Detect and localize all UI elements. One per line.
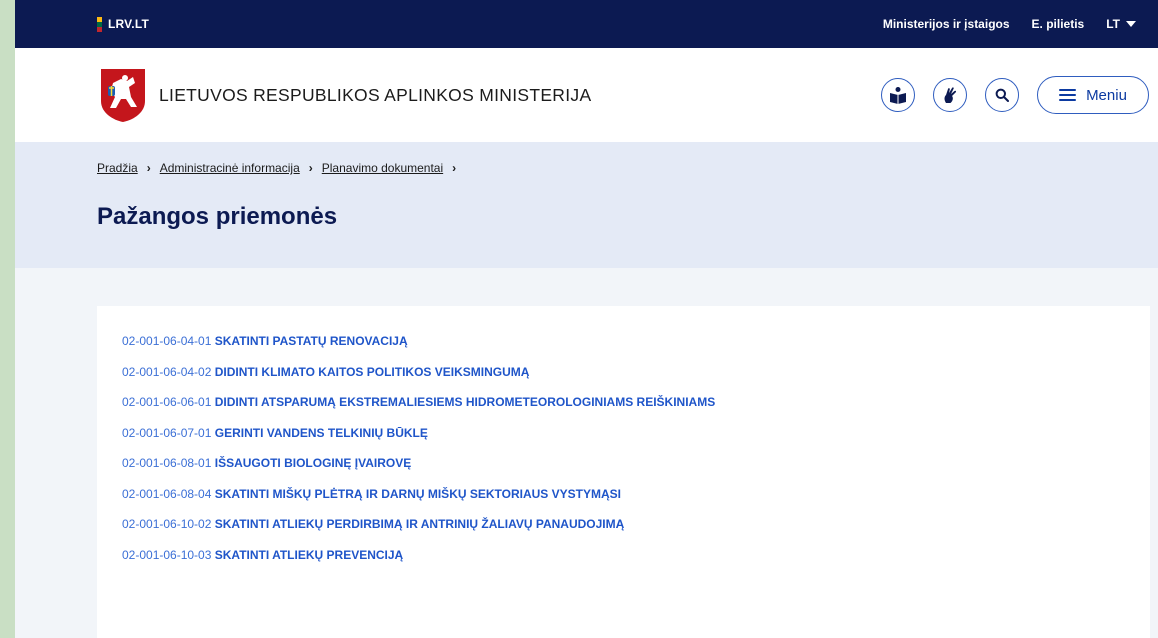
page-title: Pažangos priemonės (97, 203, 338, 230)
brand-link[interactable]: LIETUVOS RESPUBLIKOS APLINKOS MINISTERIJ… (99, 67, 591, 123)
caret-down-icon (1126, 21, 1136, 27)
measures-list: 02-001-06-04-01 SKATINTI PASTATŲ RENOVAC… (97, 306, 1150, 638)
list-item: 02-001-06-08-04 SKATINTI MIŠKŲ PLĖTRĄ IR… (122, 486, 1150, 517)
item-code: 02-001-06-06-01 (122, 395, 212, 409)
item-code: 02-001-06-04-01 (122, 334, 212, 348)
search-icon (995, 88, 1009, 102)
flag-icon (97, 16, 102, 32)
item-code: 02-001-06-04-02 (122, 364, 212, 379)
item-code: 02-001-06-10-02 (122, 517, 212, 531)
menu-button[interactable]: Meniu (1037, 76, 1149, 114)
breadcrumb: Pradžia › Administracinė informacija › P… (97, 161, 465, 175)
list-item: 02-001-06-07-01 GERINTI VANDENS TELKINIŲ… (122, 425, 1150, 456)
item-link[interactable]: SKATINTI ATLIEKŲ PREVENCIJĄ (215, 548, 403, 562)
ministry-name: LIETUVOS RESPUBLIKOS APLINKOS MINISTERIJ… (159, 84, 592, 105)
item-link[interactable]: SKATINTI ATLIEKŲ PERDIRBIMĄ IR ANTRINIŲ … (215, 517, 625, 531)
breadcrumb-home[interactable]: Pradžia (97, 161, 138, 175)
easy-read-button[interactable] (881, 78, 915, 112)
site-header: LIETUVOS RESPUBLIKOS APLINKOS MINISTERIJ… (15, 48, 1158, 142)
item-link[interactable]: GERINTI VANDENS TELKINIŲ BŪKLĘ (215, 426, 428, 440)
page-hero: Pradžia › Administracinė informacija › P… (15, 142, 1158, 268)
search-button[interactable] (985, 78, 1019, 112)
language-select[interactable]: LT (1106, 17, 1136, 31)
e-citizen-link[interactable]: E. pilietis (1032, 17, 1085, 31)
hamburger-icon (1059, 89, 1077, 101)
item-code: 02-001-06-08-04 (122, 486, 212, 501)
list-item: 02-001-06-04-02 DIDINTI KLIMATO KAITOS P… (122, 364, 1150, 395)
chevron-right-icon: › (146, 161, 151, 175)
page: LRV.LT Ministerijos ir įstaigos E. pilie… (15, 0, 1158, 638)
easy-read-icon (890, 87, 906, 104)
chevron-right-icon: › (452, 161, 457, 175)
list-item: 02-001-06-10-03 SKATINTI ATLIEKŲ PREVENC… (122, 547, 1150, 578)
sign-language-icon (944, 87, 957, 103)
header-actions: Meniu (881, 76, 1149, 114)
top-bar: LRV.LT Ministerijos ir įstaigos E. pilie… (15, 0, 1158, 48)
breadcrumb-planning-docs[interactable]: Planavimo dokumentai (322, 161, 443, 175)
lrv-link[interactable]: LRV.LT (97, 16, 149, 32)
item-code: 02-001-06-10-03 (122, 547, 212, 562)
list-item: 02-001-06-06-01 DIDINTI ATSPARUMĄ EKSTRE… (122, 394, 1150, 425)
item-code: 02-001-06-08-01 (122, 456, 212, 470)
item-link[interactable]: SKATINTI PASTATŲ RENOVACIJĄ (215, 334, 408, 348)
item-link[interactable]: DIDINTI ATSPARUMĄ EKSTREMALIESIEMS HIDRO… (215, 395, 715, 409)
site-label: LRV.LT (108, 17, 149, 31)
item-link[interactable]: DIDINTI KLIMATO KAITOS POLITIKOS VEIKSMI… (215, 365, 530, 379)
item-code: 02-001-06-07-01 (122, 425, 212, 440)
list-item: 02-001-06-08-01 IŠSAUGOTI BIOLOGINĘ ĮVAI… (122, 455, 1150, 486)
chevron-right-icon: › (308, 161, 313, 175)
institutions-link[interactable]: Ministerijos ir įstaigos (883, 17, 1010, 31)
list-item: 02-001-06-04-01 SKATINTI PASTATŲ RENOVAC… (122, 333, 1150, 364)
breadcrumb-admin-info[interactable]: Administracinė informacija (160, 161, 300, 175)
coat-of-arms-icon (101, 69, 145, 122)
item-link[interactable]: IŠSAUGOTI BIOLOGINĘ ĮVAIROVĘ (215, 456, 411, 470)
list-item: 02-001-06-10-02 SKATINTI ATLIEKŲ PERDIRB… (122, 516, 1150, 547)
item-link[interactable]: SKATINTI MIŠKŲ PLĖTRĄ IR DARNŲ MIŠKŲ SEK… (215, 487, 621, 501)
language-label: LT (1106, 17, 1120, 31)
top-links: Ministerijos ir įstaigos E. pilietis LT (883, 17, 1136, 31)
menu-label: Meniu (1086, 86, 1127, 104)
sign-language-button[interactable] (933, 78, 967, 112)
